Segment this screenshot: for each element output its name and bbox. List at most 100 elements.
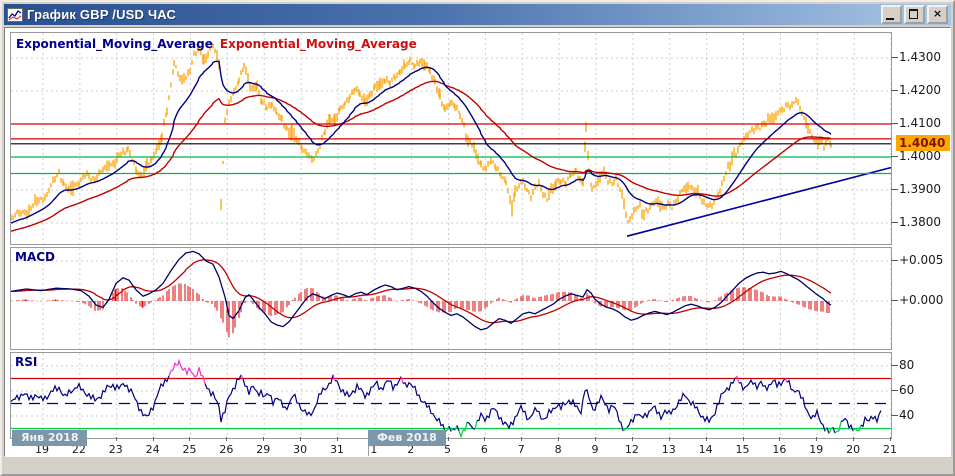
- x-axis-tick: [153, 437, 154, 441]
- x-axis-label: 26: [209, 443, 243, 456]
- chart-window: График GBP /USD ЧАС × Exponential_Moving…: [0, 0, 955, 476]
- x-axis-tick: [558, 437, 559, 441]
- x-axis-tick: [116, 437, 117, 441]
- y-axis-label: 1.4200: [899, 83, 941, 97]
- title-bar[interactable]: График GBP /USD ЧАС ×: [4, 4, 951, 25]
- y-axis-tick: [891, 300, 898, 301]
- x-axis-label: 8: [541, 443, 575, 456]
- minimize-button[interactable]: [881, 5, 902, 24]
- x-axis-label: 15: [726, 443, 760, 456]
- y-axis-label: 60: [899, 383, 914, 397]
- x-axis-label: 20: [836, 443, 870, 456]
- y-axis-label: 1.3800: [899, 215, 941, 229]
- x-axis-tick: [189, 437, 190, 441]
- x-axis-label: 19: [799, 443, 833, 456]
- x-axis-tick: [706, 437, 707, 441]
- x-axis-tick: [632, 437, 633, 441]
- indicator-legend: Exponential_Moving_Average Exponential_Mo…: [16, 37, 417, 51]
- month-badge: Янв 2018: [12, 430, 87, 446]
- rsi-chart-canvas: [11, 353, 891, 438]
- x-axis-label: 23: [99, 443, 133, 456]
- y-axis-tick: [891, 156, 898, 157]
- window-title: График GBP /USD ЧАС: [27, 7, 881, 22]
- rsi-line-segment: [459, 422, 467, 436]
- x-axis-label: 16: [762, 443, 796, 456]
- month-badge: Фев 2018: [368, 430, 446, 446]
- maximize-button[interactable]: [904, 5, 925, 24]
- x-axis-tick: [669, 437, 670, 441]
- x-axis-tick: [779, 437, 780, 441]
- y-axis-label: +0.000: [899, 293, 943, 307]
- x-axis-label: 31: [320, 443, 354, 456]
- macd-chart-canvas: [11, 248, 891, 349]
- x-axis-tick: [521, 437, 522, 441]
- x-axis-label: 14: [689, 443, 723, 456]
- rsi-panel-label: RSI: [15, 355, 37, 369]
- x-axis-tick: [448, 437, 449, 441]
- rsi-line-segment: [835, 422, 841, 434]
- rsi-line-segment: [11, 376, 169, 416]
- x-axis-label: 7: [504, 443, 538, 456]
- x-axis-tick: [595, 437, 596, 441]
- price-panel[interactable]: Exponential_Moving_Average Exponential_Mo…: [10, 32, 892, 245]
- rsi-line-segment: [169, 361, 205, 384]
- rsi-line-segment: [841, 419, 853, 432]
- macd-panel-label: MACD: [15, 250, 55, 264]
- y-axis-tick: [891, 415, 898, 416]
- maximize-icon: [909, 9, 918, 19]
- x-axis-label: 21: [873, 443, 907, 456]
- y-axis-tick: [891, 222, 898, 223]
- candlestick-series: [11, 43, 831, 224]
- rsi-line-segment: [739, 378, 785, 390]
- trendline: [627, 168, 891, 237]
- x-axis-label: 30: [283, 443, 317, 456]
- x-axis-tick: [853, 437, 854, 441]
- rsi-line-segment: [401, 377, 403, 384]
- rsi-line-segment: [335, 377, 401, 399]
- y-axis-label: 1.4300: [899, 50, 941, 64]
- y-axis-tick: [891, 90, 898, 91]
- rsi-panel[interactable]: RSI: [10, 352, 892, 439]
- close-icon: ×: [929, 6, 946, 21]
- macd-panel[interactable]: MACD: [10, 247, 892, 350]
- x-axis: 1922232425262930311256789121314151619202…: [10, 437, 910, 457]
- chart-client-area: Exponential_Moving_Average Exponential_Mo…: [4, 27, 951, 457]
- rsi-line-segment: [861, 411, 881, 427]
- close-button[interactable]: ×: [927, 5, 948, 24]
- chart-window-icon: [7, 8, 23, 22]
- y-axis-tick: [891, 365, 898, 366]
- x-axis-tick: [300, 437, 301, 441]
- rsi-line-segment: [787, 381, 825, 432]
- y-axis-tick: [891, 189, 898, 190]
- x-axis-tick: [484, 437, 485, 441]
- y-axis-label: 1.4000: [899, 149, 941, 163]
- x-axis-label: 6: [467, 443, 501, 456]
- x-axis-tick: [743, 437, 744, 441]
- x-axis-label: 13: [652, 443, 686, 456]
- macd-line: [11, 251, 831, 329]
- rsi-line-segment: [627, 378, 735, 427]
- ema-slow-line: [11, 81, 831, 231]
- minimize-icon: [886, 18, 894, 20]
- rsi-line-segment: [477, 390, 623, 431]
- ema-fast-legend-label: Exponential_Moving_Average: [16, 37, 213, 51]
- x-axis-label: 29: [246, 443, 280, 456]
- rsi-line-segment: [333, 375, 335, 381]
- x-axis-label: 25: [172, 443, 206, 456]
- rsi-line-segment: [205, 375, 241, 422]
- x-axis-label: 9: [578, 443, 612, 456]
- current-price-tag: 1.4040: [896, 135, 951, 151]
- y-axis-tick: [891, 390, 898, 391]
- x-axis-tick: [263, 437, 264, 441]
- y-axis-tick: [891, 260, 898, 261]
- price-chart-canvas: [11, 33, 891, 244]
- rsi-line-segment: [403, 383, 445, 433]
- y-axis-label: 1.4100: [899, 116, 941, 130]
- y-axis-label: 40: [899, 408, 914, 422]
- x-axis-label: 24: [136, 443, 170, 456]
- rsi-line-segment: [735, 377, 739, 384]
- y-axis-tick: [891, 123, 898, 124]
- y-axis-label: +0.005: [899, 253, 943, 267]
- x-axis-tick: [337, 437, 338, 441]
- ema-slow-legend-label: Exponential_Moving_Average: [220, 37, 417, 51]
